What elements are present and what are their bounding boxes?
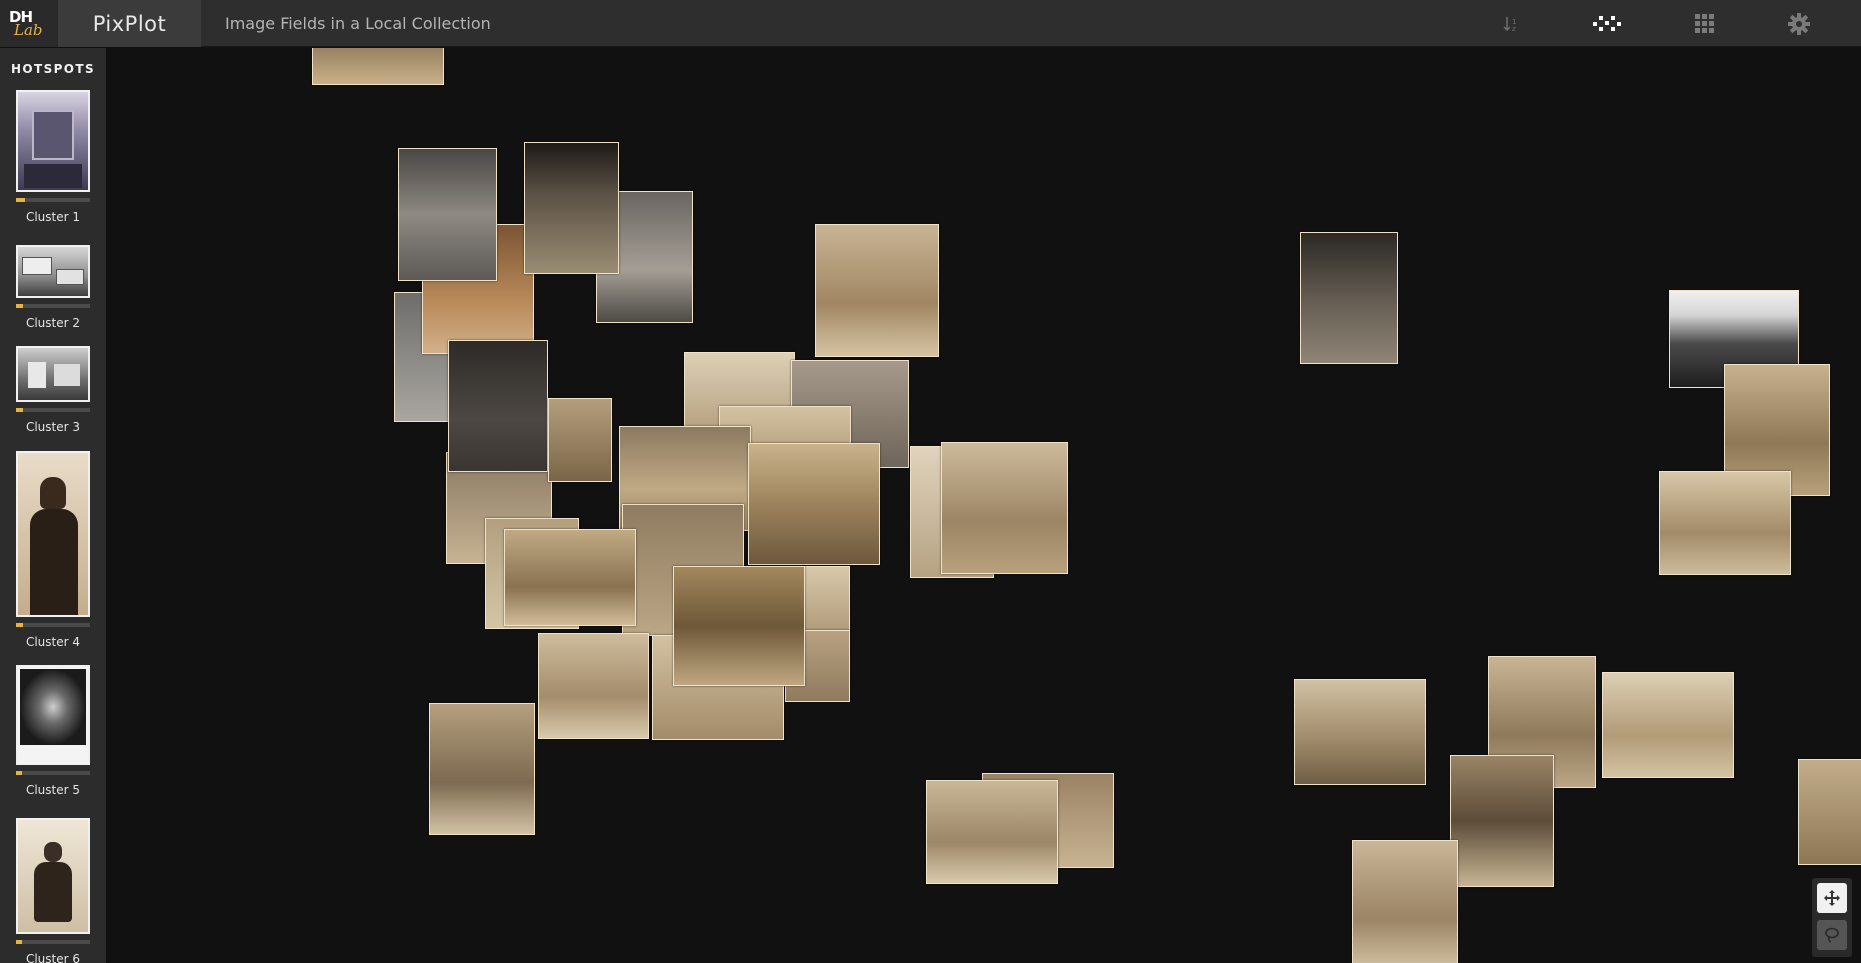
sort-icon[interactable]: 1 z bbox=[1495, 8, 1527, 40]
image-tile[interactable] bbox=[815, 224, 939, 357]
image-tile[interactable] bbox=[538, 633, 649, 739]
image-tile[interactable] bbox=[548, 398, 612, 482]
lasso-tool-icon[interactable] bbox=[1817, 920, 1847, 950]
image-tile[interactable] bbox=[926, 780, 1058, 884]
image-tile[interactable] bbox=[748, 443, 880, 565]
hotspot-thumbnail[interactable] bbox=[16, 90, 90, 192]
hotspot-label[interactable]: Cluster 3 bbox=[0, 420, 106, 434]
image-tile[interactable] bbox=[673, 566, 805, 686]
image-tile[interactable] bbox=[1352, 840, 1458, 963]
image-tile[interactable] bbox=[448, 340, 548, 472]
image-tile[interactable] bbox=[398, 148, 497, 281]
selection-tools bbox=[1812, 878, 1852, 957]
hotspot-size-fill bbox=[16, 940, 22, 944]
hotspot-thumbnail[interactable] bbox=[16, 818, 90, 934]
hotspot-size-fill bbox=[16, 304, 24, 308]
image-tile[interactable] bbox=[1798, 759, 1861, 865]
hotspots-sidebar: HOTSPOTS Cluster 1 Cluster 2 Cluster 3 C… bbox=[0, 48, 106, 963]
hotspot-size-bar bbox=[16, 198, 90, 202]
hotspot-label[interactable]: Cluster 1 bbox=[0, 210, 106, 224]
image-tile[interactable] bbox=[312, 48, 444, 85]
hotspot-size-fill bbox=[16, 771, 22, 775]
hotspot-label[interactable]: Cluster 4 bbox=[0, 635, 106, 649]
image-tile[interactable] bbox=[524, 142, 619, 274]
logo-text-lab: Lab bbox=[14, 21, 43, 39]
image-tile[interactable] bbox=[504, 529, 636, 626]
hotspot-thumbnail[interactable] bbox=[16, 346, 90, 402]
image-tile[interactable] bbox=[1450, 755, 1554, 887]
grid-layout-icon[interactable] bbox=[1689, 8, 1721, 40]
hotspot-label[interactable]: Cluster 6 bbox=[0, 952, 106, 963]
image-tile[interactable] bbox=[1602, 672, 1734, 778]
image-tile[interactable] bbox=[429, 703, 535, 835]
dhlab-logo[interactable]: DH Lab bbox=[0, 0, 58, 47]
image-tile[interactable] bbox=[1294, 679, 1426, 785]
svg-text:z: z bbox=[1512, 25, 1516, 33]
hotspot-size-fill bbox=[16, 198, 25, 202]
image-tile[interactable] bbox=[1659, 471, 1791, 575]
hotspot-size-bar bbox=[16, 771, 90, 775]
hotspot-size-bar bbox=[16, 623, 90, 627]
hotspot-size-bar bbox=[16, 940, 90, 944]
image-tile[interactable] bbox=[801, 566, 850, 632]
hotspot-label[interactable]: Cluster 5 bbox=[0, 783, 106, 797]
settings-icon[interactable] bbox=[1783, 8, 1815, 40]
hotspot-size-bar bbox=[16, 408, 90, 412]
hotspots-heading: HOTSPOTS bbox=[10, 62, 96, 76]
image-field-canvas[interactable] bbox=[106, 48, 1861, 963]
hotspot-thumbnail[interactable] bbox=[16, 451, 90, 617]
hotspot-size-fill bbox=[16, 623, 23, 627]
scatter-layout-icon[interactable] bbox=[1591, 8, 1623, 40]
image-tile[interactable] bbox=[1300, 232, 1398, 364]
hotspot-size-bar bbox=[16, 304, 90, 308]
app-name[interactable]: PixPlot bbox=[58, 0, 201, 47]
hotspot-size-fill bbox=[16, 408, 23, 412]
hotspot-thumbnail[interactable] bbox=[16, 245, 90, 298]
hotspot-thumbnail[interactable] bbox=[16, 665, 90, 765]
image-tile[interactable] bbox=[941, 442, 1068, 574]
hotspot-label[interactable]: Cluster 2 bbox=[0, 316, 106, 330]
page-title: Image Fields in a Local Collection bbox=[225, 14, 491, 33]
top-bar: DH Lab PixPlot Image Fields in a Local C… bbox=[0, 0, 1861, 47]
pan-tool-icon[interactable] bbox=[1817, 883, 1847, 913]
